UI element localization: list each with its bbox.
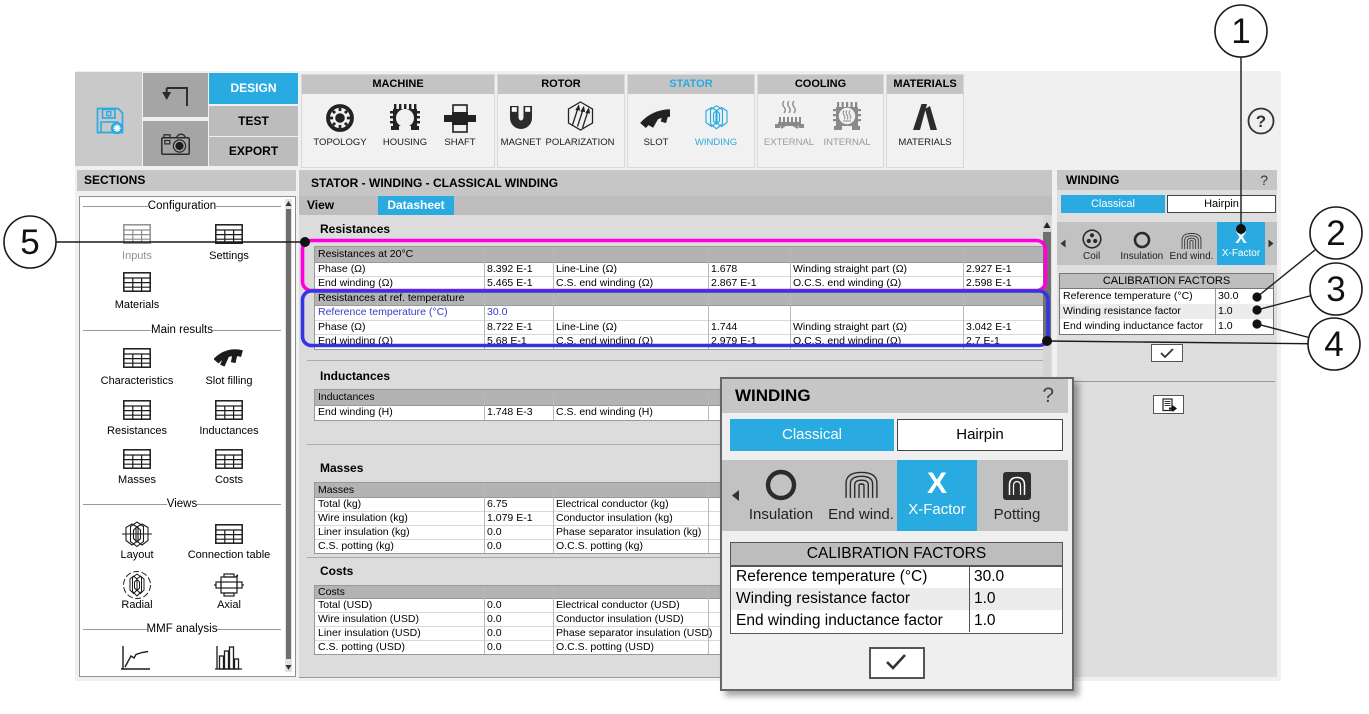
svg-text:?: ?: [1256, 112, 1266, 131]
svg-text:5: 5: [20, 223, 39, 262]
svg-text:2: 2: [1326, 214, 1345, 253]
svg-text:1: 1: [1231, 12, 1250, 51]
svg-text:4: 4: [1324, 325, 1343, 364]
svg-text:3: 3: [1326, 270, 1345, 309]
